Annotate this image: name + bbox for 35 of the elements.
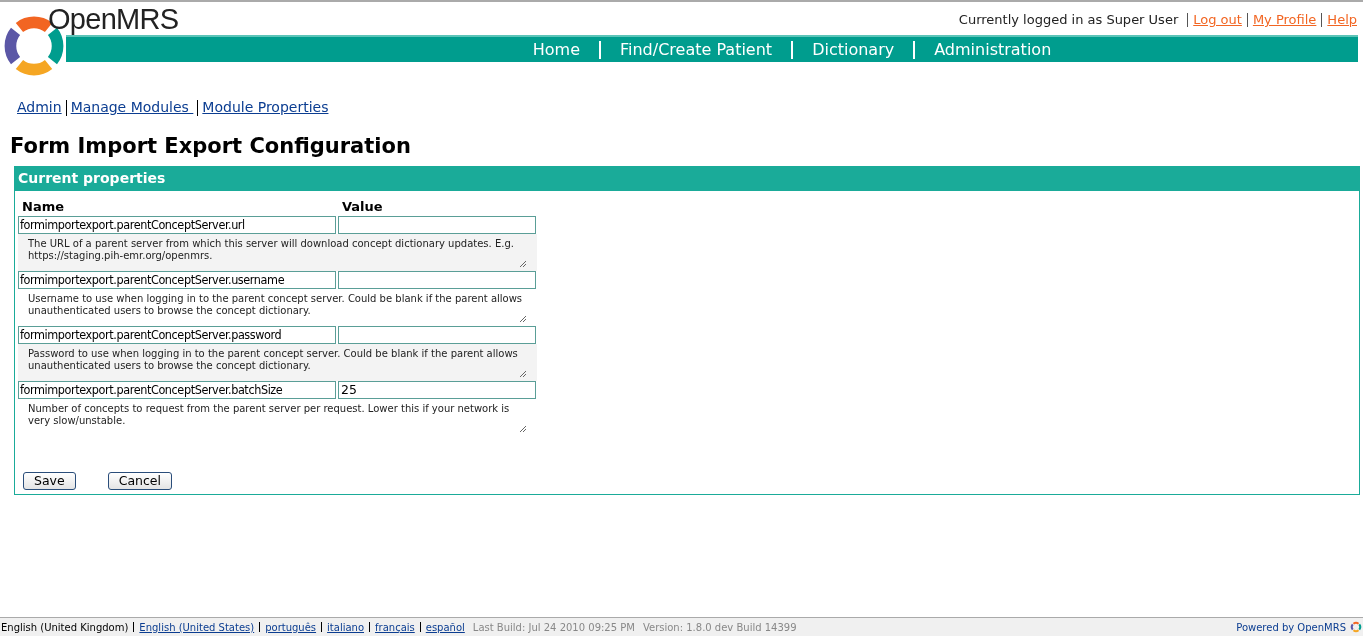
logo-text: OpenMRS: [48, 2, 179, 37]
panel-header: Current properties: [15, 166, 1359, 191]
page-title: Form Import Export Configuration: [10, 133, 412, 160]
description-field[interactable]: The URL of a parent server from which this server will download concept dictionary updates. E.g. https://staging.pih-emr.org/openmrs.: [18, 234, 537, 271]
description-field[interactable]: Password to use when logging in to the parent concept server. Could be blank if the parent allows unauthenticated users to browse the concept dictionary.: [18, 344, 537, 381]
name-field[interactable]: formimportexport.parentConceptServer.password: [18, 326, 336, 344]
resize-grip-icon[interactable]: [519, 425, 527, 433]
column-header: Name: [22, 197, 65, 216]
name-field[interactable]: formimportexport.parentConceptServer.url: [18, 216, 336, 234]
current-language: English (United Kingdom): [1, 620, 129, 635]
resize-grip-icon[interactable]: [519, 315, 527, 323]
language-link[interactable]: italiano: [327, 619, 365, 635]
build-text: Last Build: Jul 24 2010 09:25 PM: [472, 620, 635, 635]
powered-by-text: Powered by OpenMRS: [1236, 620, 1346, 635]
resize-grip-icon[interactable]: [519, 370, 527, 378]
form-button[interactable]: Save: [23, 472, 76, 490]
logged-in-text: Currently logged in as Super User: [958, 11, 1179, 29]
form-button[interactable]: Cancel: [107, 472, 173, 490]
language-link[interactable]: français: [375, 619, 415, 635]
value-field[interactable]: [338, 326, 536, 344]
breadcrumb-link[interactable]: Admin: [17, 97, 62, 118]
value-field[interactable]: [338, 216, 536, 234]
value-field[interactable]: [338, 271, 536, 289]
resize-grip-icon[interactable]: [519, 260, 527, 268]
language-link[interactable]: português: [265, 619, 317, 635]
name-field[interactable]: formimportexport.parentConceptServer.batchSize: [18, 381, 336, 399]
small-logo-icon: [1350, 621, 1362, 633]
name-field[interactable]: formimportexport.parentConceptServer.username: [18, 271, 336, 289]
language-link[interactable]: español: [425, 619, 465, 635]
language-link[interactable]: English (United States): [139, 619, 255, 635]
breadcrumb-link[interactable]: Manage Modules: [70, 97, 194, 118]
version-text: Version: 1.8.0 dev Build 14399: [642, 620, 797, 635]
column-header: Value: [342, 197, 383, 216]
value-field[interactable]: 25: [338, 381, 536, 399]
breadcrumb-link[interactable]: Module Properties: [202, 97, 329, 118]
